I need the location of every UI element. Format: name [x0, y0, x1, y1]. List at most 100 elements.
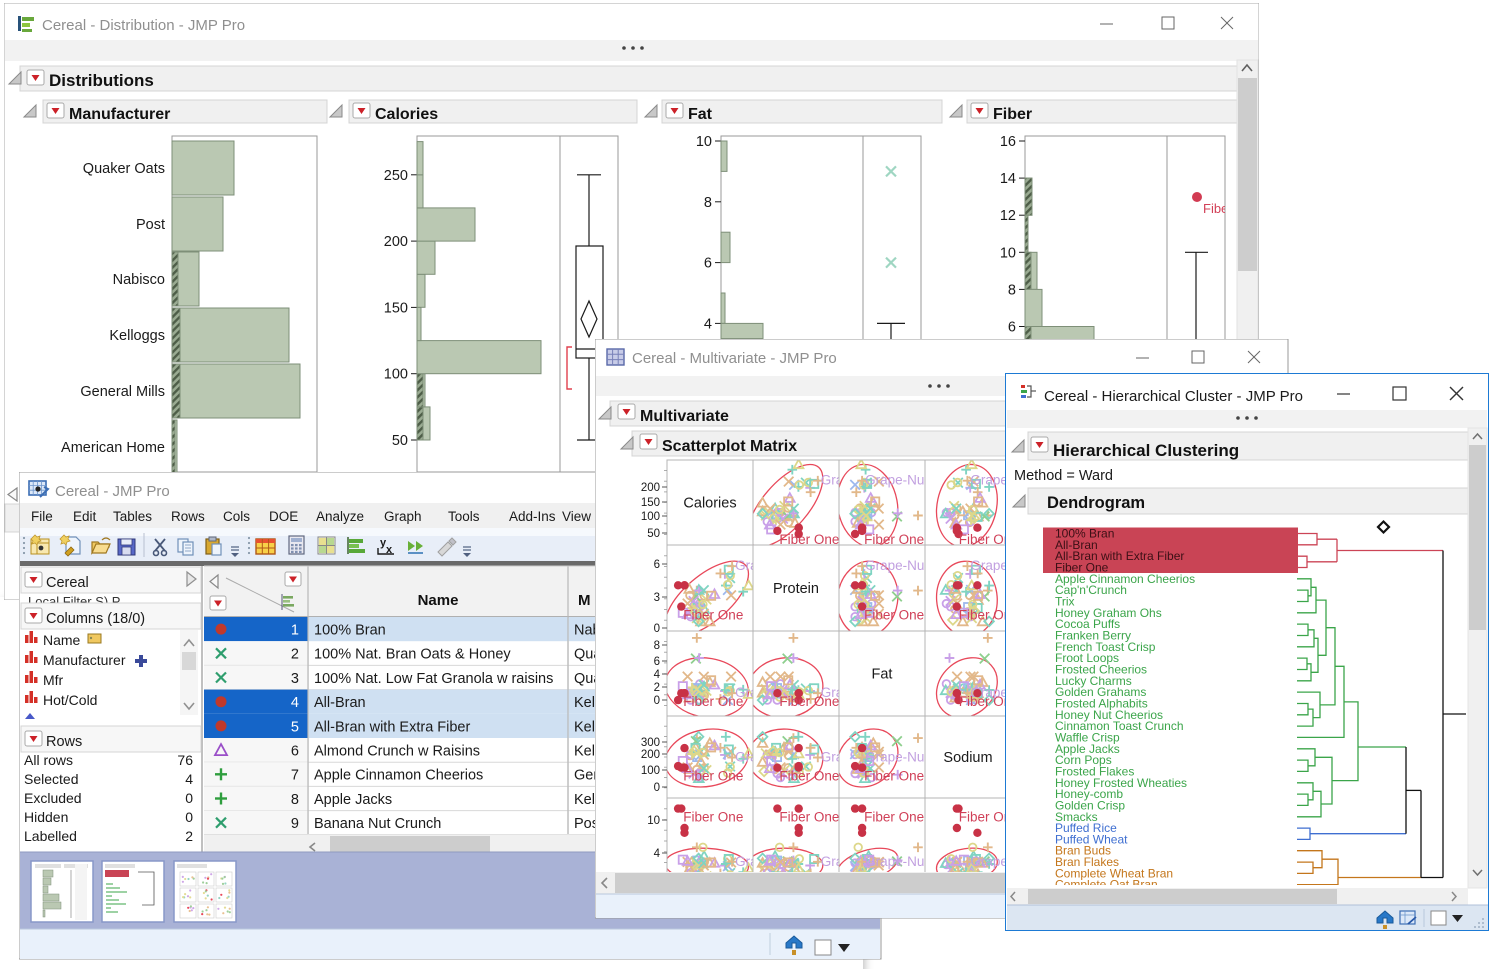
svg-text:0: 0 [185, 790, 193, 806]
svg-text:Mfr: Mfr [43, 672, 64, 688]
svg-text:Kelloggs: Kelloggs [109, 328, 165, 344]
svg-text:10: 10 [1000, 245, 1016, 261]
svg-text:Manufacturer: Manufacturer [43, 652, 126, 668]
svg-text:0: 0 [185, 809, 193, 825]
svg-text:Add-Ins: Add-Ins [509, 509, 556, 524]
svg-text:Fiber One: Fiber One [864, 810, 924, 825]
svg-text:100% Nat. Low Fat Granola w ra: 100% Nat. Low Fat Granola w raisins [314, 671, 553, 687]
svg-text:4: 4 [654, 669, 661, 681]
svg-text:6: 6 [291, 744, 299, 760]
svg-text:Tables: Tables [113, 509, 152, 524]
svg-text:Hierarchical Clustering: Hierarchical Clustering [1053, 441, 1239, 460]
svg-text:All-Bran with Extra Fiber: All-Bran with Extra Fiber [314, 719, 470, 735]
svg-text:76: 76 [177, 752, 193, 768]
svg-text:150: 150 [384, 300, 408, 316]
svg-text:Distributions: Distributions [49, 71, 154, 90]
svg-text:Analyze: Analyze [316, 509, 364, 524]
svg-text:50: 50 [392, 433, 408, 449]
svg-text:Multivariate: Multivariate [640, 408, 729, 425]
svg-text:Apple Jacks: Apple Jacks [314, 792, 392, 808]
svg-text:6: 6 [654, 559, 660, 571]
svg-text:All-Bran: All-Bran [314, 695, 366, 711]
svg-text:3: 3 [291, 671, 299, 687]
svg-text:150: 150 [641, 497, 660, 509]
svg-text:16: 16 [1000, 134, 1016, 150]
svg-text:Fiber One: Fiber One [779, 810, 839, 825]
svg-text:2: 2 [291, 647, 299, 663]
svg-text:M: M [578, 592, 591, 609]
svg-text:Edit: Edit [73, 509, 97, 524]
svg-text:0: 0 [654, 623, 660, 635]
svg-text:200: 200 [641, 482, 660, 494]
svg-text:300: 300 [641, 737, 660, 749]
svg-text:Protein: Protein [773, 581, 819, 597]
svg-text:10: 10 [696, 134, 712, 150]
svg-text:Scatterplot Matrix: Scatterplot Matrix [662, 438, 797, 455]
svg-text:Hot/Cold: Hot/Cold [43, 692, 97, 708]
svg-text:Almond Crunch w Raisins: Almond Crunch w Raisins [314, 744, 480, 760]
svg-text:Fiber One: Fiber One [683, 810, 743, 825]
svg-text:Nabisco: Nabisco [113, 272, 165, 288]
svg-text:Excluded: Excluded [24, 790, 82, 806]
svg-text:Fiber: Fiber [993, 106, 1032, 123]
svg-text:Selected: Selected [24, 771, 78, 787]
svg-text:100: 100 [641, 765, 660, 777]
svg-text:8: 8 [654, 640, 660, 652]
svg-text:6: 6 [704, 256, 712, 272]
svg-text:All rows: All rows [24, 752, 73, 768]
svg-text:Manufacturer: Manufacturer [69, 106, 170, 123]
svg-text:Cereal - Multivariate - JMP Pr: Cereal - Multivariate - JMP Pro [632, 350, 837, 367]
svg-text:9: 9 [291, 816, 299, 832]
svg-text:0: 0 [654, 695, 660, 707]
svg-text:2: 2 [654, 682, 660, 694]
svg-text:100% Nat. Bran Oats & Honey: 100% Nat. Bran Oats & Honey [314, 647, 511, 663]
svg-text:Quaker Oats: Quaker Oats [83, 161, 165, 177]
svg-text:3: 3 [654, 592, 660, 604]
svg-text:14: 14 [1000, 171, 1016, 187]
svg-text:6: 6 [654, 656, 660, 668]
svg-text:Graph: Graph [384, 509, 422, 524]
svg-text:100: 100 [641, 511, 660, 523]
svg-text:Method = Ward: Method = Ward [1014, 468, 1113, 484]
svg-text:7: 7 [291, 768, 299, 784]
svg-text:12: 12 [1000, 208, 1016, 224]
svg-text:Name: Name [43, 632, 81, 648]
svg-text:Fiber One: Fiber One [683, 694, 743, 709]
svg-text:Cereal - Distribution - JMP Pr: Cereal - Distribution - JMP Pro [42, 17, 245, 34]
svg-text:Fiber One: Fiber One [864, 608, 924, 623]
svg-text:Rows: Rows [171, 509, 205, 524]
svg-text:File: File [31, 509, 53, 524]
svg-text:Labelled: Labelled [24, 828, 77, 844]
svg-text:Kel: Kel [574, 719, 595, 735]
svg-text:Tools: Tools [448, 509, 480, 524]
svg-text:Cols: Cols [223, 509, 250, 524]
svg-text:100% Bran: 100% Bran [314, 623, 386, 639]
svg-text:1: 1 [291, 623, 299, 639]
svg-text:10: 10 [647, 815, 660, 827]
svg-text:Fiber One: Fiber One [683, 769, 743, 784]
svg-text:Cereal - Hierarchical Cluster: Cereal - Hierarchical Cluster - JMP Pro [1044, 388, 1303, 405]
svg-text:200: 200 [641, 749, 660, 761]
svg-text:Sodium: Sodium [943, 750, 992, 766]
svg-text:8: 8 [291, 792, 299, 808]
svg-text:Name: Name [418, 592, 459, 609]
svg-text:8: 8 [704, 195, 712, 211]
svg-text:2: 2 [185, 828, 193, 844]
svg-text:Fiber One: Fiber One [779, 694, 839, 709]
svg-text:200: 200 [384, 234, 408, 250]
svg-text:4: 4 [704, 316, 712, 332]
svg-text:Fiber One: Fiber One [864, 769, 924, 784]
svg-text:Apple Cinnamon Cheerios: Apple Cinnamon Cheerios [314, 768, 483, 784]
svg-text:Kel: Kel [574, 792, 595, 808]
svg-text:General Mills: General Mills [80, 384, 165, 400]
svg-text:Post: Post [136, 217, 165, 233]
svg-text:4: 4 [185, 771, 193, 787]
svg-text:8: 8 [1008, 282, 1016, 298]
svg-text:Calories: Calories [683, 496, 736, 512]
svg-text:American Home: American Home [61, 440, 165, 456]
svg-text:Banana Nut Crunch: Banana Nut Crunch [314, 816, 441, 832]
svg-text:View: View [562, 509, 591, 524]
svg-text:5: 5 [291, 719, 299, 735]
svg-text:Kel: Kel [574, 695, 595, 711]
svg-text:4: 4 [291, 695, 299, 711]
